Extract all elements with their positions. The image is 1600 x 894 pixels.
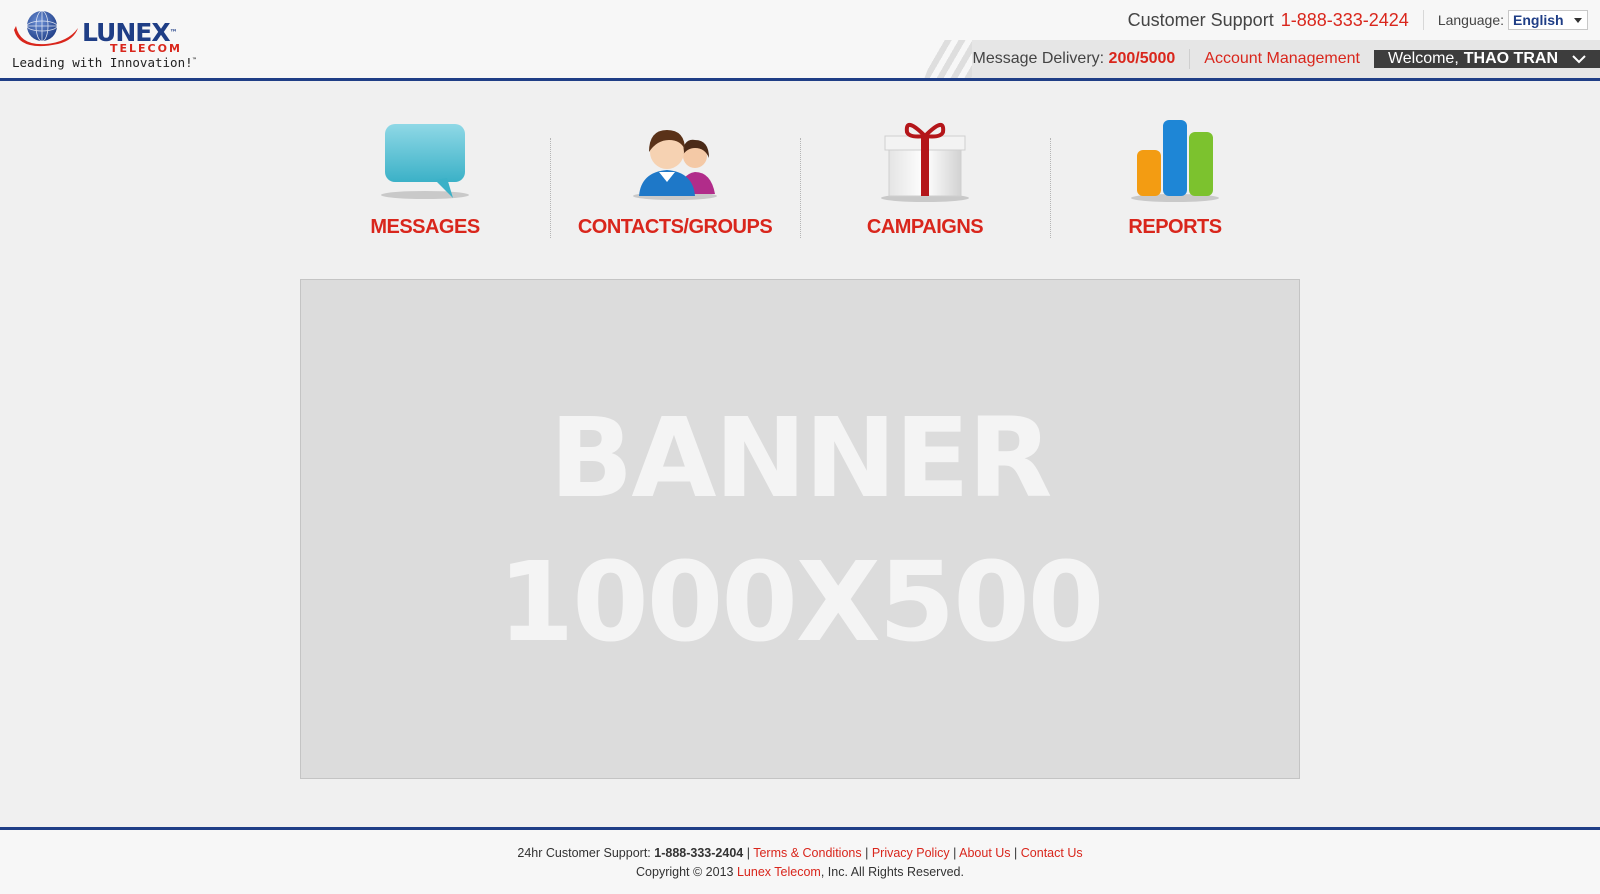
nav-reports-label: REPORTS (1128, 216, 1222, 238)
user-name: THAO TRAN (1463, 50, 1558, 67)
lunex-logo[interactable]: LUNEX™ TELECOM Leading with Innovation!™ (10, 8, 196, 72)
header-top-row: Customer Support 1-888-333-2424 Language… (1128, 8, 1600, 32)
banner-placeholder[interactable]: BANNER 1000X500 (300, 279, 1300, 779)
banner-size: 1000X500 (497, 538, 1105, 666)
contacts-icon (625, 110, 725, 206)
footer-sep: | (746, 846, 750, 860)
header-bottom-row: Message Delivery: 200/5000 Account Manag… (924, 40, 1600, 78)
speech-bubble-icon (375, 110, 475, 206)
about-link[interactable]: About Us (959, 846, 1010, 860)
support-label: Customer Support (1127, 9, 1274, 30)
chevron-down-icon (1572, 54, 1586, 63)
caret-down-icon (1574, 18, 1582, 23)
account-bar: Message Delivery: 200/5000 Account Manag… (972, 40, 1600, 78)
nav-reports[interactable]: REPORTS (1050, 110, 1300, 246)
user-menu[interactable]: Welcome, THAO TRAN (1373, 50, 1600, 68)
footer-support-label: 24hr Customer Support: (517, 846, 651, 860)
nav-messages[interactable]: MESSAGES (300, 110, 550, 246)
decorative-stripes (924, 40, 973, 78)
nav-contacts-groups-label: CONTACTS/GROUPS (577, 216, 773, 238)
welcome-label: Welcome, (1387, 50, 1459, 67)
support-phone[interactable]: 1-888-333-2424 (1281, 10, 1409, 31)
gift-box-icon (875, 110, 975, 206)
bar-chart-icon (1125, 110, 1225, 206)
footer-sep: | (865, 846, 869, 860)
divider (1422, 10, 1424, 30)
globe-icon (14, 10, 78, 47)
message-delivery: Message Delivery: 200/5000 (972, 50, 1176, 67)
footer: 24hr Customer Support: 1-888-333-2404 | … (0, 827, 1600, 894)
language-label: Language: (1437, 12, 1504, 28)
nav-messages-label: MESSAGES (370, 216, 480, 238)
footer-sep: | (953, 846, 957, 860)
contact-link[interactable]: Contact Us (1021, 846, 1083, 860)
copyright: Copyright © 2013 Lunex Telecom, Inc. All… (636, 865, 964, 879)
language-select[interactable]: English (1508, 10, 1588, 30)
delivery-count: 200/5000 (1108, 50, 1176, 67)
footer-links-row: 24hr Customer Support: 1-888-333-2404 | … (0, 845, 1600, 861)
language-value: English (1513, 12, 1564, 28)
terms-link[interactable]: Terms & Conditions (753, 846, 861, 860)
header: LUNEX™ TELECOM Leading with Innovation!™… (0, 0, 1600, 81)
footer-support-phone: 1-888-333-2404 (654, 846, 744, 860)
footer-sep: | (1014, 846, 1018, 860)
nav-campaigns-label: CAMPAIGNS (866, 216, 984, 238)
main-nav: MESSAGES CONTACTS/GROUPS CAMPAIGNS REPOR… (300, 110, 1300, 246)
banner-title: BANNER (549, 394, 1053, 522)
nav-campaigns[interactable]: CAMPAIGNS (800, 110, 1050, 246)
account-management-link[interactable]: Account Management (1190, 50, 1374, 68)
nav-contacts-groups[interactable]: CONTACTS/GROUPS (550, 110, 800, 246)
logo-tagline: Leading with Innovation!™ (12, 55, 197, 71)
privacy-link[interactable]: Privacy Policy (872, 846, 950, 860)
company-link[interactable]: Lunex Telecom (737, 865, 821, 879)
